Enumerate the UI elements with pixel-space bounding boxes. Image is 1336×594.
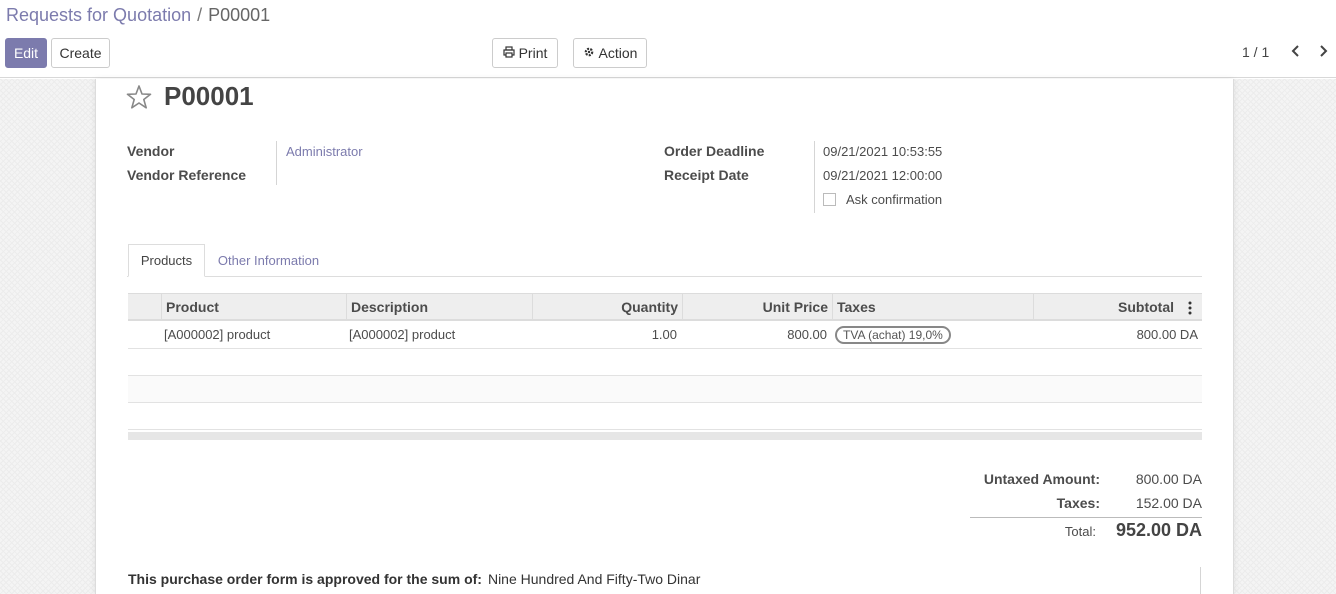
vendor-label: Vendor [127, 143, 175, 159]
chevron-left-icon [1291, 44, 1301, 60]
print-button-label: Print [518, 45, 548, 61]
table-footer [128, 432, 1202, 440]
row-unit-price: 800.00 [787, 327, 827, 342]
row-quantity: 1.00 [651, 327, 677, 342]
receipt-date-label: Receipt Date [664, 167, 749, 183]
order-deadline-value[interactable]: 09/21/2021 10:53:55 [823, 144, 942, 159]
record-title: P00001 [164, 81, 254, 111]
print-button[interactable]: Print [492, 38, 558, 68]
column-header-description[interactable]: Description [346, 294, 532, 320]
breadcrumb: Requests for Quotation / P00001 [6, 5, 270, 26]
total-value: 952.00 DA [1115, 520, 1202, 540]
vendor-link[interactable]: Administrator [286, 144, 363, 159]
column-header-taxes[interactable]: Taxes [832, 294, 1033, 320]
column-header-subtotal[interactable]: Subtotal [1033, 294, 1178, 320]
total-label: Total: [1064, 524, 1096, 539]
untaxed-amount-label: Untaxed Amount: [983, 471, 1100, 487]
right-group-divider [814, 141, 815, 213]
pager-value[interactable]: 1 / 1 [1242, 44, 1269, 60]
untaxed-amount-value: 800.00 DA [1135, 471, 1202, 487]
chevron-right-icon [1318, 44, 1328, 60]
ask-confirmation-label: Ask confirmation [846, 192, 943, 207]
table-empty-row [128, 349, 1202, 376]
star-icon[interactable] [126, 84, 152, 110]
table-empty-row [128, 376, 1202, 403]
approval-text: This purchase order form is approved for… [128, 571, 700, 587]
row-subtotal: 800.00 DA [1136, 327, 1198, 342]
row-product: [A000002] product [164, 327, 271, 342]
table-empty-row [128, 403, 1202, 430]
pager-next-button[interactable] [1312, 40, 1334, 64]
row-description: [A000002] product [349, 327, 456, 342]
action-button-label: Action [598, 45, 638, 61]
totals-divider [970, 517, 1202, 518]
tab-products-label: Products [140, 253, 193, 268]
pager-previous-button[interactable] [1285, 40, 1307, 64]
table-header: Product Description Quantity Unit Price … [128, 293, 1202, 321]
approval-divider [1200, 567, 1201, 594]
approval-label: This purchase order form is approved for… [128, 571, 482, 587]
action-button[interactable]: Action [573, 38, 647, 68]
left-group-divider [276, 141, 277, 185]
tax-badge: TVA (achat) 19,0% [835, 326, 951, 344]
order-deadline-label: Order Deadline [664, 143, 765, 159]
optional-columns-icon[interactable] [1188, 301, 1192, 318]
tab-other-information-label: Other Information [217, 253, 320, 268]
row-taxes: TVA (achat) 19,0% [831, 321, 1031, 349]
column-header-product[interactable]: Product [161, 294, 346, 320]
control-panel: Requests for Quotation / P00001 Edit Creat… [0, 0, 1336, 78]
edit-button-label: Edit [13, 45, 39, 61]
print-icon [502, 45, 515, 61]
vendor-reference-label: Vendor Reference [127, 167, 247, 183]
tab-other-information[interactable]: Other Information [208, 244, 329, 277]
breadcrumb-parent-link[interactable]: Requests for Quotation [6, 5, 191, 25]
ask-confirmation-checkbox[interactable] [823, 193, 836, 206]
gear-icon [583, 46, 595, 61]
receipt-date-value[interactable]: 09/21/2021 12:00:00 [823, 168, 942, 183]
create-button[interactable]: Create [51, 38, 110, 68]
tab-products[interactable]: Products [128, 244, 205, 277]
breadcrumb-current: P00001 [208, 5, 271, 25]
column-header-unit-price[interactable]: Unit Price [682, 294, 832, 320]
taxes-label: Taxes: [1056, 495, 1100, 511]
approval-amount-words: Nine Hundred And Fifty-Two Dinar [487, 571, 701, 587]
create-button-label: Create [59, 45, 102, 61]
edit-button[interactable]: Edit [5, 38, 47, 68]
breadcrumb-separator: / [197, 5, 203, 25]
table-row[interactable]: [A000002] product [A000002] product 1.00… [128, 321, 1202, 349]
form-sheet: P00001 Vendor Vendor Reference Administr… [95, 79, 1234, 594]
taxes-value: 152.00 DA [1135, 495, 1202, 511]
column-header-quantity[interactable]: Quantity [532, 294, 682, 320]
